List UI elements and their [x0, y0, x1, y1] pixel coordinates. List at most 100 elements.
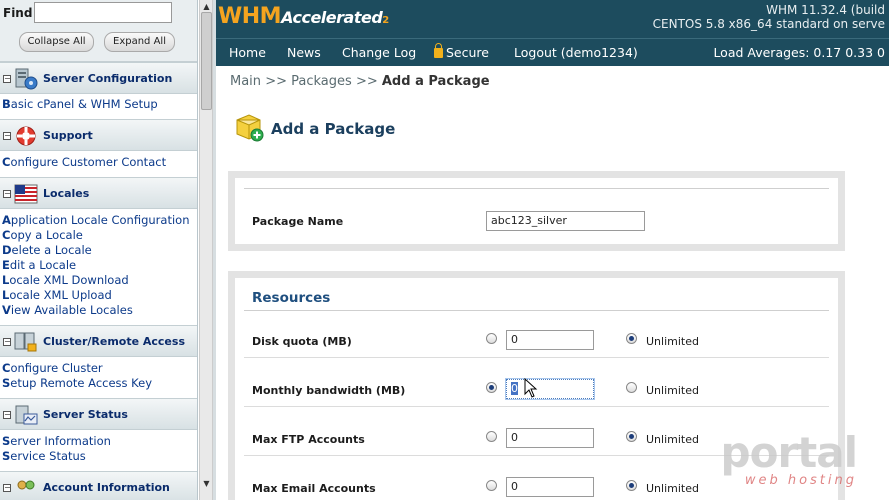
- section-support: − Support Configure Customer Contact: [0, 119, 197, 170]
- collapse-toggle-icon[interactable]: −: [3, 75, 11, 83]
- collapse-toggle-icon[interactable]: −: [3, 411, 11, 419]
- disk-quota-input[interactable]: 0: [506, 330, 594, 350]
- section-header-locales[interactable]: − Locales: [0, 177, 197, 209]
- section-title: Account Information: [43, 481, 170, 494]
- section-locales: − Locales Application Locale Configurati…: [0, 177, 197, 318]
- breadcrumb-main[interactable]: Main: [230, 74, 261, 89]
- breadcrumb-current: Add a Package: [381, 74, 490, 89]
- divider: [244, 310, 829, 311]
- collapse-toggle-icon[interactable]: −: [3, 132, 11, 140]
- collapse-all-button[interactable]: Collapse All: [19, 32, 94, 52]
- resources-title: Resources: [252, 290, 331, 306]
- section-server-configuration: − Server Configuration Basic cPanel & WH…: [0, 62, 197, 112]
- scroll-up-arrow-icon[interactable]: ▲: [202, 2, 211, 11]
- section-header-support[interactable]: − Support: [0, 119, 197, 151]
- nav-logout[interactable]: Logout (demo1234): [514, 45, 638, 60]
- sidebar-link-view-locales[interactable]: View Available Locales: [0, 303, 197, 318]
- sidebar-link-customer-contact[interactable]: Configure Customer Contact: [0, 155, 197, 170]
- collapse-toggle-icon[interactable]: −: [3, 484, 11, 492]
- max-email-input[interactable]: 0: [506, 477, 594, 497]
- bandwidth-label: Monthly bandwidth (MB): [252, 384, 406, 397]
- scrollbar-thumb[interactable]: [201, 12, 212, 110]
- top-nav: Home News Change Log Secure Logout (demo…: [216, 38, 889, 66]
- nav-secure[interactable]: Secure: [434, 43, 489, 60]
- section-header-server-status[interactable]: − Server Status: [0, 398, 197, 430]
- portal-watermark-logo: portal web hosting: [720, 428, 858, 489]
- package-name-panel: Package Name abc123_silver: [228, 171, 845, 251]
- section-cluster-remote-access: − Cluster/Remote Access Configure Cluste…: [0, 325, 197, 391]
- watermark-brand: portal: [720, 428, 858, 477]
- flag-icon: [14, 184, 38, 204]
- nav-news[interactable]: News: [287, 45, 321, 60]
- breadcrumb-packages[interactable]: Packages: [291, 74, 352, 89]
- unlimited-label: Unlimited: [646, 384, 699, 397]
- max-ftp-value-radio[interactable]: [486, 431, 497, 442]
- max-ftp-input[interactable]: 0: [506, 428, 594, 448]
- section-title: Server Configuration: [43, 72, 173, 85]
- section-title: Support: [43, 129, 93, 142]
- sidebar-link-server-information[interactable]: Server Information: [0, 434, 197, 449]
- bandwidth-value-radio[interactable]: [486, 382, 497, 393]
- sidebar-link-copy-locale[interactable]: Copy a Locale: [0, 228, 197, 243]
- find-input[interactable]: [34, 2, 172, 23]
- section-server-status: − Server Status Server Information Servi…: [0, 398, 197, 464]
- find-label: Find: [3, 6, 33, 20]
- header: WHMAccelerated2 WHM 11.32.4 (build CENTO…: [216, 0, 889, 38]
- sidebar-link-locale-config[interactable]: Application Locale Configuration: [0, 213, 197, 228]
- unlimited-label: Unlimited: [646, 433, 699, 446]
- package-add-icon: [236, 114, 264, 142]
- cluster-lock-icon: [14, 332, 37, 352]
- find-panel: Find Collapse All Expand All: [0, 0, 197, 62]
- main-content: Main >> Packages >> Add a Package Add a …: [216, 66, 889, 500]
- disk-quota-value-radio[interactable]: [486, 333, 497, 344]
- lifebuoy-icon: [16, 126, 36, 146]
- logo-accent: Accelerated: [281, 8, 383, 27]
- section-header-server-configuration[interactable]: − Server Configuration: [0, 62, 197, 94]
- package-name-label: Package Name: [252, 215, 344, 228]
- bandwidth-input-selection: 0: [511, 382, 518, 395]
- sidebar-link-service-status[interactable]: Service Status: [0, 449, 197, 464]
- lock-icon: [434, 43, 443, 58]
- users-icon: [17, 480, 35, 490]
- max-email-label: Max Email Accounts: [252, 482, 376, 495]
- collapse-toggle-icon[interactable]: −: [3, 338, 11, 346]
- divider: [244, 188, 829, 189]
- bandwidth-unlimited-radio[interactable]: [626, 382, 637, 393]
- section-header-cluster[interactable]: − Cluster/Remote Access: [0, 325, 197, 357]
- version-text: WHM 11.32.4 (build: [766, 3, 885, 17]
- divider: [244, 406, 829, 407]
- logo-suffix: 2: [382, 15, 389, 26]
- nav-change-log[interactable]: Change Log: [342, 45, 416, 60]
- load-averages: Load Averages: 0.17 0.33 0: [713, 45, 885, 60]
- scroll-down-arrow-icon[interactable]: ▼: [202, 479, 211, 488]
- max-email-value-radio[interactable]: [486, 480, 497, 491]
- sidebar-link-basic-setup[interactable]: Basic cPanel & WHM Setup: [0, 97, 197, 112]
- collapse-toggle-icon[interactable]: −: [3, 190, 11, 198]
- sidebar-scrollbar[interactable]: ▲ ▼: [199, 0, 213, 500]
- server-gear-icon: [15, 68, 38, 90]
- sidebar-link-edit-locale[interactable]: Edit a Locale: [0, 258, 197, 273]
- sidebar: Find Collapse All Expand All − Server Co…: [0, 0, 198, 500]
- max-email-unlimited-radio[interactable]: [626, 480, 637, 491]
- nav-home[interactable]: Home: [229, 45, 266, 60]
- sidebar-link-locale-xml-download[interactable]: Locale XML Download: [0, 273, 197, 288]
- section-header-account-information[interactable]: − Account Information: [0, 471, 197, 500]
- sidebar-link-configure-cluster[interactable]: Configure Cluster: [0, 361, 197, 376]
- sidebar-link-delete-locale[interactable]: Delete a Locale: [0, 243, 197, 258]
- breadcrumb: Main >> Packages >> Add a Package: [230, 74, 490, 89]
- bandwidth-input[interactable]: 0: [506, 379, 594, 399]
- nav-secure-label: Secure: [446, 45, 489, 60]
- server-status-icon: [15, 405, 38, 425]
- disk-quota-unlimited-radio[interactable]: [626, 333, 637, 344]
- package-name-input[interactable]: abc123_silver: [486, 211, 645, 231]
- os-text: CENTOS 5.8 x86_64 standard on serve: [652, 17, 885, 31]
- sidebar-link-remote-access-key[interactable]: Setup Remote Access Key: [0, 376, 197, 391]
- breadcrumb-separator: >>: [355, 74, 378, 89]
- logo-main: WHM: [218, 4, 282, 29]
- max-ftp-unlimited-radio[interactable]: [626, 431, 637, 442]
- unlimited-label: Unlimited: [646, 482, 699, 495]
- section-account-information: − Account Information: [0, 471, 197, 500]
- expand-all-button[interactable]: Expand All: [104, 32, 175, 52]
- whm-logo: WHMAccelerated2: [218, 4, 389, 29]
- sidebar-link-locale-xml-upload[interactable]: Locale XML Upload: [0, 288, 197, 303]
